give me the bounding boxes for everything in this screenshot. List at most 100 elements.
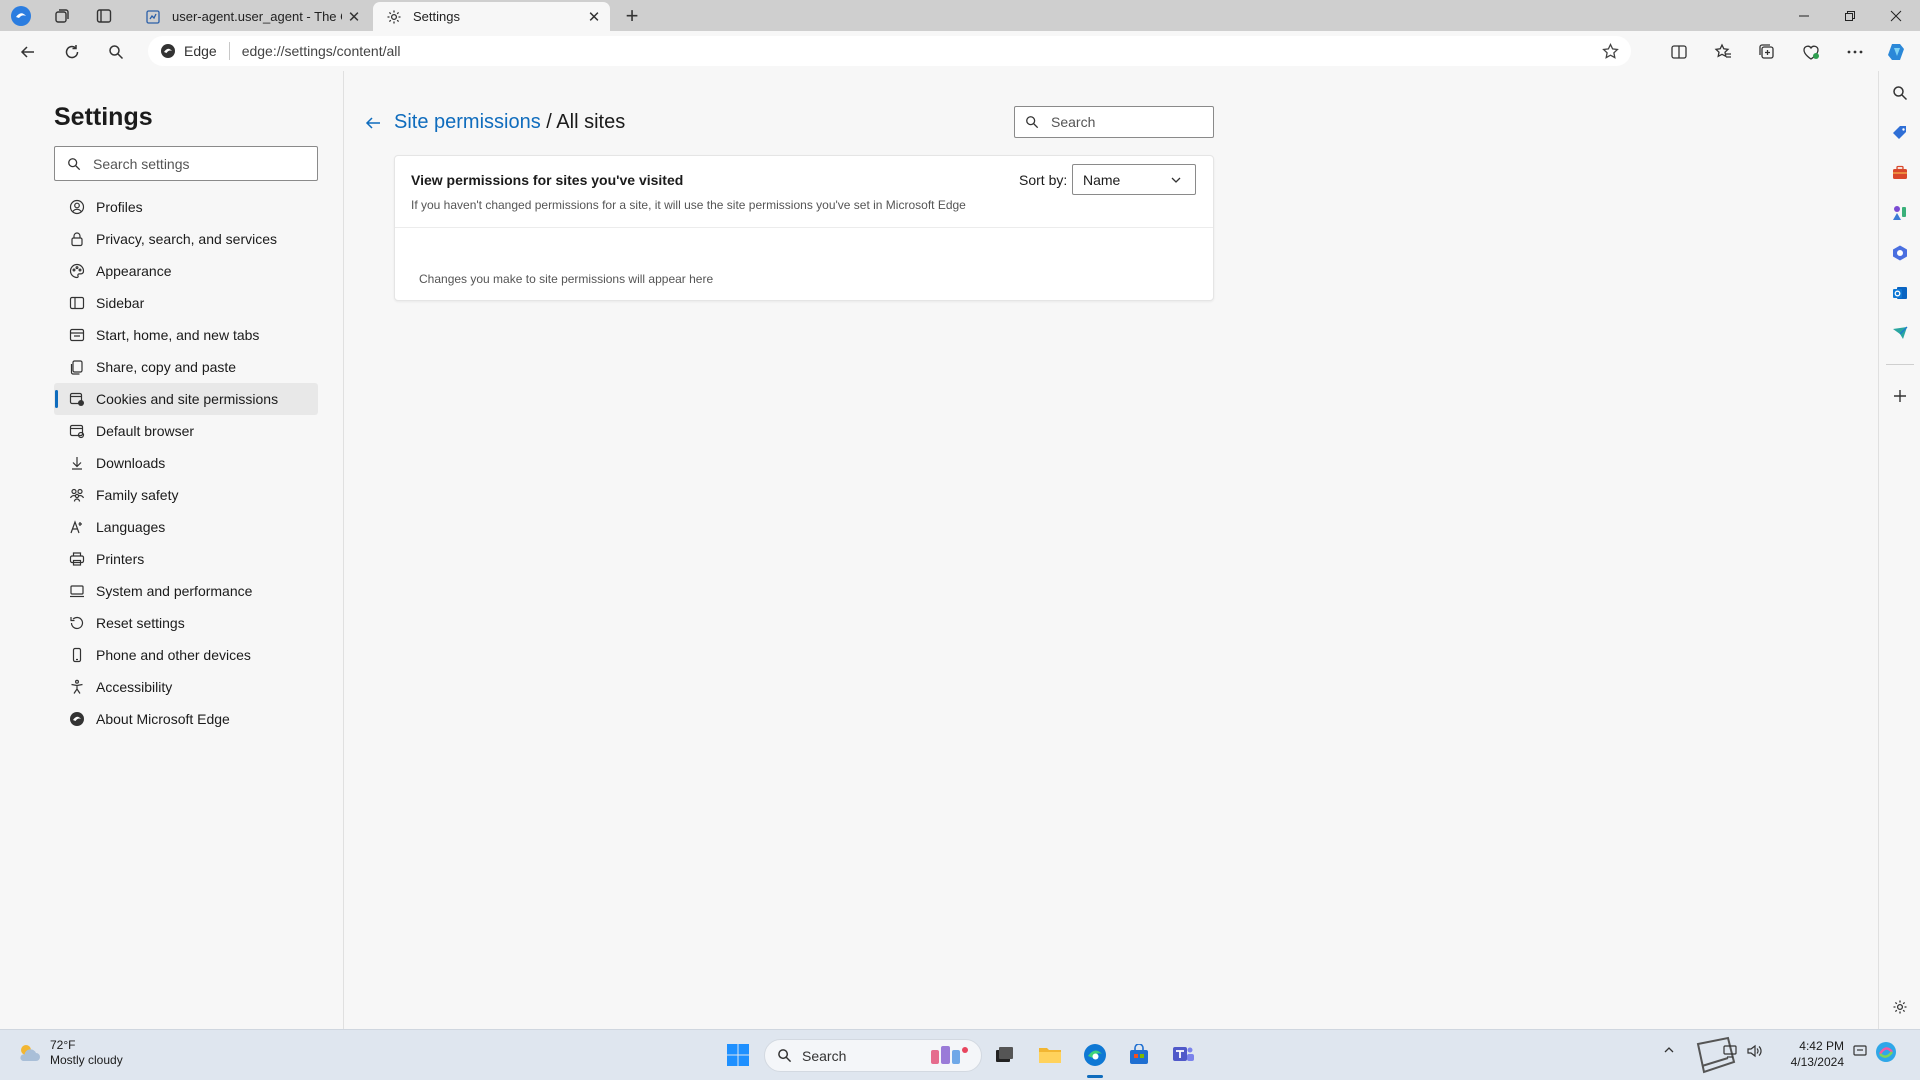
nav-item-phone[interactable]: Phone and other devices <box>54 639 318 671</box>
nav-item-cookies[interactable]: Cookies and site permissions <box>54 383 318 415</box>
close-window-button[interactable] <box>1873 0 1919 31</box>
tab-settings[interactable]: Settings ✕ <box>373 2 610 31</box>
teams-icon[interactable] <box>1168 1040 1198 1070</box>
sidebar-icon <box>68 294 86 312</box>
nav-item-family-safety[interactable]: Family safety <box>54 479 318 511</box>
collections-icon[interactable] <box>1754 39 1780 65</box>
site-chip-label: Edge <box>184 43 217 59</box>
more-options-icon[interactable] <box>1842 39 1868 65</box>
edge-sidebar <box>1878 71 1920 1029</box>
search-icon <box>778 1049 792 1063</box>
copilot-tray-icon[interactable] <box>1874 1040 1898 1067</box>
workspaces-icon[interactable] <box>50 4 74 28</box>
settings-sidebar: Settings Profiles Privacy, search, and s… <box>0 71 344 1029</box>
search-icon <box>68 157 81 170</box>
appearance-icon <box>68 262 86 280</box>
outlook-icon[interactable] <box>1888 281 1912 305</box>
shopping-tag-icon[interactable] <box>1888 121 1912 145</box>
show-hidden-icons-chevron-icon[interactable] <box>1663 1044 1675 1059</box>
share-icon <box>68 358 86 376</box>
edge-taskbar-icon[interactable] <box>1080 1040 1110 1070</box>
sort-by-dropdown[interactable]: Name <box>1072 164 1196 195</box>
card-description: If you haven't changed permissions for a… <box>411 198 966 212</box>
windows-taskbar: 72°F Mostly cloudy Search 4:42 PM 4/13/2 <box>0 1029 1920 1080</box>
site-search-box[interactable] <box>1014 106 1214 138</box>
card-header: View permissions for sites you've visite… <box>395 156 1213 228</box>
notification-icon[interactable] <box>1852 1044 1868 1061</box>
nav-item-profiles[interactable]: Profiles <box>54 191 318 223</box>
weather-description: Mostly cloudy <box>50 1053 123 1067</box>
address-bar[interactable]: Edge edge://settings/content/all <box>148 36 1631 66</box>
back-arrow-icon[interactable] <box>361 111 385 135</box>
nav-item-accessibility[interactable]: Accessibility <box>54 671 318 703</box>
sidebar-settings-gear-icon[interactable] <box>1888 995 1912 1019</box>
active-app-indicator <box>1087 1075 1103 1078</box>
search-icon[interactable] <box>1888 81 1912 105</box>
tools-briefcase-icon[interactable] <box>1888 161 1912 185</box>
download-icon <box>68 454 86 472</box>
file-explorer-icon[interactable] <box>1035 1040 1065 1070</box>
nav-item-privacy[interactable]: Privacy, search, and services <box>54 223 318 255</box>
games-icon[interactable] <box>1888 201 1912 225</box>
restore-button[interactable] <box>1827 0 1873 31</box>
address-separator <box>228 42 230 60</box>
nav-item-share-copy[interactable]: Share, copy and paste <box>54 351 318 383</box>
edge-profile-icon[interactable] <box>9 4 33 28</box>
system-clock[interactable]: 4:42 PM 4/13/2024 <box>1780 1038 1844 1070</box>
empty-state-message: Changes you make to site permissions wil… <box>419 272 714 286</box>
nav-item-default-browser[interactable]: Default browser <box>54 415 318 447</box>
tab-actions-icon[interactable] <box>92 4 116 28</box>
sort-value: Name <box>1083 171 1121 188</box>
back-button[interactable] <box>15 39 41 65</box>
search-icon[interactable] <box>103 39 129 65</box>
split-screen-icon[interactable] <box>1666 39 1692 65</box>
weather-widget[interactable]: 72°F Mostly cloudy <box>16 1038 123 1068</box>
minimize-button[interactable] <box>1781 0 1827 31</box>
tab-user-agent[interactable]: user-agent.user_agent - The Coll ✕ <box>132 2 370 31</box>
sidebar-divider <box>1886 364 1914 365</box>
nav-item-about[interactable]: About Microsoft Edge <box>54 703 318 735</box>
close-tab-icon[interactable]: ✕ <box>582 5 606 29</box>
favorite-star-icon[interactable] <box>1599 40 1621 62</box>
accessibility-icon <box>68 678 86 696</box>
nav-item-reset[interactable]: Reset settings <box>54 607 318 639</box>
nav-item-start-home[interactable]: Start, home, and new tabs <box>54 319 318 351</box>
nav-item-languages[interactable]: Languages <box>54 511 318 543</box>
nav-item-label: Accessibility <box>96 679 173 695</box>
nav-item-sidebar[interactable]: Sidebar <box>54 287 318 319</box>
copilot-icon[interactable] <box>1884 39 1910 65</box>
nav-item-printers[interactable]: Printers <box>54 543 318 575</box>
settings-content: Site permissions / All sites View permis… <box>345 71 1877 1029</box>
nav-item-label: Start, home, and new tabs <box>96 327 260 343</box>
drop-icon[interactable] <box>1888 321 1912 345</box>
taskbar-search-box[interactable]: Search <box>764 1039 982 1072</box>
phone-icon <box>68 646 86 664</box>
new-tab-button[interactable]: + <box>620 3 644 28</box>
network-icon[interactable] <box>1722 1044 1738 1061</box>
settings-search-input[interactable] <box>93 155 293 172</box>
sort-label: Sort by: <box>1019 172 1068 188</box>
favorites-icon[interactable] <box>1710 39 1736 65</box>
breadcrumb-site-permissions-link[interactable]: Site permissions <box>394 111 541 133</box>
nav-item-appearance[interactable]: Appearance <box>54 255 318 287</box>
settings-search-box[interactable] <box>54 146 318 181</box>
url-text[interactable]: edge://settings/content/all <box>242 43 401 59</box>
task-view-icon[interactable] <box>989 1040 1019 1070</box>
add-icon[interactable] <box>1888 384 1912 408</box>
site-search-input[interactable] <box>1051 114 1201 130</box>
windows-start-icon[interactable] <box>723 1040 753 1070</box>
nav-item-system[interactable]: System and performance <box>54 575 318 607</box>
refresh-button[interactable] <box>59 39 85 65</box>
close-tab-icon[interactable]: ✕ <box>342 5 366 29</box>
browser-essentials-icon[interactable] <box>1798 39 1824 65</box>
clock-time: 4:42 PM <box>1799 1039 1844 1053</box>
title-bar: user-agent.user_agent - The Coll ✕ Setti… <box>0 0 1920 31</box>
nav-item-downloads[interactable]: Downloads <box>54 447 318 479</box>
nav-item-label: Family safety <box>96 487 179 503</box>
volume-icon[interactable] <box>1746 1044 1762 1061</box>
microsoft-365-icon[interactable] <box>1888 241 1912 265</box>
settings-title: Settings <box>54 103 153 131</box>
site-info-chip[interactable]: Edge <box>148 43 217 59</box>
microsoft-store-icon[interactable] <box>1124 1040 1154 1070</box>
search-highlight-icon <box>931 1046 968 1064</box>
